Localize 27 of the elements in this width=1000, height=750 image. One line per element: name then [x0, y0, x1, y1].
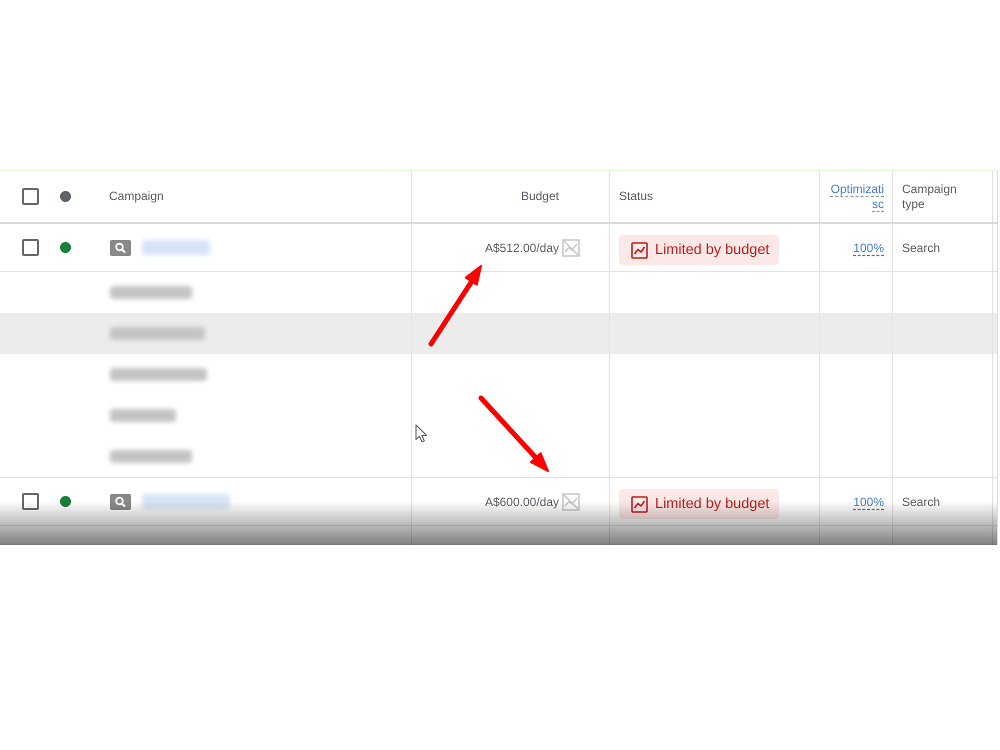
cursor-icon — [415, 424, 428, 443]
trend-chart-icon — [631, 242, 648, 258]
blurred-ad-group-name — [110, 409, 176, 422]
trend-chart-icon — [631, 496, 648, 512]
column-header[interactable]: Budget — [520, 189, 559, 204]
campaign-type-text: Search — [902, 494, 940, 508]
crossed-chart-icon — [562, 238, 580, 256]
crossed-chart-icon — [562, 492, 580, 510]
column-header[interactable]: Campaign type — [902, 182, 964, 212]
budget-text: A$512.00/day — [484, 240, 559, 254]
ad-group-row[interactable] — [0, 313, 997, 354]
status-badge: Limited by budget — [619, 489, 780, 519]
status-badge: Limited by budget — [619, 235, 780, 265]
optimization-score-link[interactable]: 100% — [853, 240, 884, 254]
search-icon — [110, 240, 131, 256]
column-header[interactable]: Optimizati sc — [830, 182, 884, 212]
ad-group-row[interactable] — [0, 436, 997, 478]
search-icon — [110, 494, 131, 510]
checkbox[interactable] — [22, 493, 39, 510]
budget-text: A$600.00/day — [484, 494, 559, 508]
column-header[interactable]: Campaign — [109, 189, 164, 204]
campaign-type-text: Search — [902, 240, 940, 254]
column-header[interactable]: Status — [619, 189, 654, 204]
checkbox[interactable] — [22, 239, 39, 256]
optimization-score-link[interactable]: 100% — [853, 494, 884, 508]
blurred-campaign-name — [142, 240, 210, 255]
checkbox[interactable] — [22, 188, 39, 205]
